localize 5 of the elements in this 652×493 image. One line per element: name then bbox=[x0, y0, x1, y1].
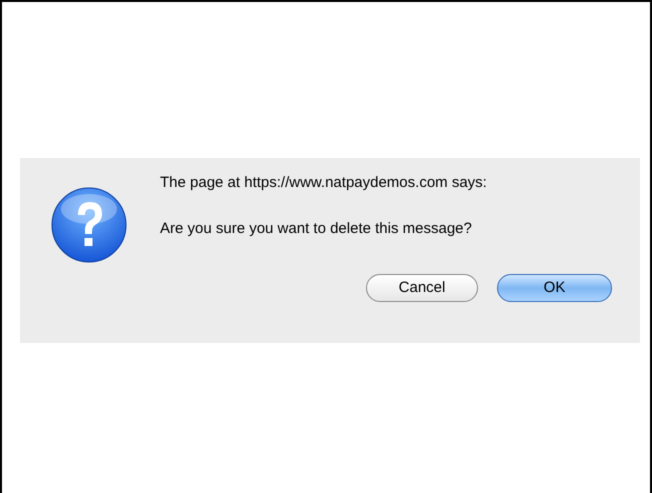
question-icon bbox=[51, 187, 127, 263]
dialog-title: The page at https://www.natpaydemos.com says: bbox=[160, 173, 488, 193]
cancel-button[interactable]: Cancel bbox=[366, 274, 478, 302]
ok-button[interactable]: OK bbox=[497, 274, 612, 302]
dialog-message: Are you sure you want to delete this message? bbox=[160, 219, 473, 239]
